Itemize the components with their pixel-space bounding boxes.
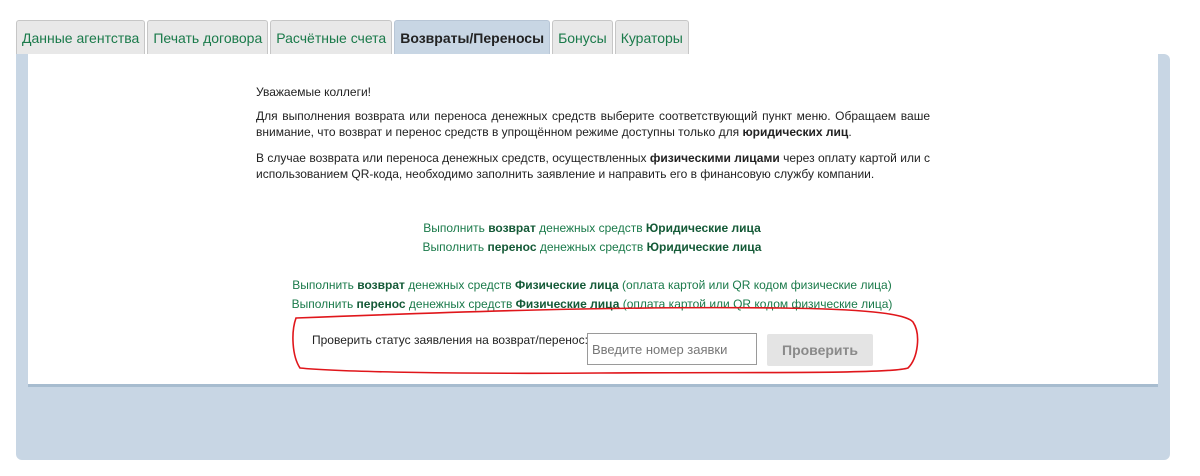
request-number-input[interactable] xyxy=(587,333,757,365)
check-status-label: Проверить статус заявления на возврат/пе… xyxy=(312,333,588,347)
legal-transfer-link[interactable]: Выполнить перенос денежных средств Юриди… xyxy=(0,238,1192,257)
tab-bonuses[interactable]: Бонусы xyxy=(552,20,613,54)
intro-paragraph-2: В случае возврата или переноса денежных … xyxy=(256,151,931,181)
individual-transfer-link[interactable]: Выполнить перенос денежных средств Физич… xyxy=(0,295,1192,314)
individual-links: Выполнить возврат денежных средств Физич… xyxy=(0,276,1192,314)
tab-bar: Данные агентства Печать договора Расчётн… xyxy=(16,20,691,56)
individual-return-link[interactable]: Выполнить возврат денежных средств Физич… xyxy=(0,276,1192,295)
tab-agency-data[interactable]: Данные агентства xyxy=(16,20,146,54)
greeting: Уважаемые коллеги! xyxy=(256,85,372,99)
tab-curators[interactable]: Кураторы xyxy=(614,20,689,54)
tab-accounts[interactable]: Расчётные счета xyxy=(270,20,393,54)
intro-text: Уважаемые коллеги! Для выполнения возвра… xyxy=(256,84,930,192)
legal-entity-links: Выполнить возврат денежных средств Юриди… xyxy=(0,219,1192,257)
tab-print-contract[interactable]: Печать договора xyxy=(147,20,269,54)
legal-return-link[interactable]: Выполнить возврат денежных средств Юриди… xyxy=(0,219,1192,238)
check-button[interactable]: Проверить xyxy=(767,334,873,366)
intro-paragraph-1: Для выполнения возврата или переноса ден… xyxy=(256,109,930,139)
tab-refunds-transfers[interactable]: Возвраты/Переносы xyxy=(394,20,551,56)
